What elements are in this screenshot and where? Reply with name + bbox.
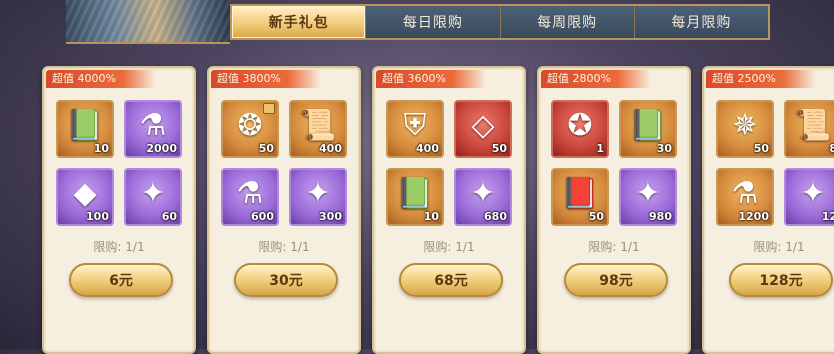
buy-button[interactable]: 68元 bbox=[399, 263, 503, 297]
item-quantity: 8 bbox=[829, 142, 834, 155]
item-quantity: 50 bbox=[258, 142, 274, 155]
item-slot[interactable]: 📜8 bbox=[784, 100, 834, 158]
buy-button[interactable]: 98元 bbox=[564, 263, 668, 297]
tab-weekly-limited[interactable]: 每周限购 bbox=[499, 6, 634, 38]
gift-pack-card: 超值 4000% 📗 10 ⚗ 2000 ◆ 100 ✦ 60 限购: 1/1 6元 bbox=[42, 66, 196, 354]
item-grid: ✵50 📜8 ⚗1200 ✦12 bbox=[716, 100, 834, 240]
value-ribbon: 超值 2800% bbox=[541, 70, 651, 88]
buy-button[interactable]: 128元 bbox=[729, 263, 833, 297]
item-slot[interactable]: ⚗ 600 bbox=[221, 168, 279, 226]
item-slot[interactable]: ✦ 300 bbox=[289, 168, 347, 226]
item-slot[interactable]: ✦ 980 bbox=[619, 168, 677, 226]
scroll-icon: 📜 bbox=[794, 108, 832, 143]
item-slot[interactable]: ✵ 50 bbox=[716, 100, 774, 158]
buy-button[interactable]: 6元 bbox=[69, 263, 173, 297]
value-ribbon: 超值 4000% bbox=[46, 70, 156, 88]
item-slot[interactable]: 📜 400 bbox=[289, 100, 347, 158]
item-slot[interactable]: 📗 10 bbox=[56, 100, 114, 158]
character-portrait-strip bbox=[66, 0, 230, 44]
purchase-limit: 限购: 1/1 bbox=[258, 240, 310, 254]
value-ribbon: 超值 2500% bbox=[706, 70, 816, 88]
item-quantity: 10 bbox=[93, 142, 109, 155]
item-slot[interactable]: 📗 10 bbox=[386, 168, 444, 226]
gift-pack-card: 超值 3800% ❂ 50 📜 400 ⚗ 600 ✦ 300 限购: 1/1 30元 bbox=[207, 66, 361, 354]
item-quantity: 400 bbox=[416, 142, 439, 155]
gift-pack-card: 超值 2800% ✪ 1 📗 30 📕 50 ✦ 980 限购: 1/1 98元 bbox=[537, 66, 691, 354]
item-slot[interactable]: ✦ 60 bbox=[124, 168, 182, 226]
item-grid: 📗 10 ⚗ 2000 ◆ 100 ✦ 60 bbox=[56, 100, 184, 240]
purchase-limit: 限购: 1/1 bbox=[93, 240, 145, 254]
item-slot[interactable]: 📕 50 bbox=[551, 168, 609, 226]
item-quantity: 50 bbox=[753, 142, 769, 155]
purchase-limit: 限购: 1/1 bbox=[423, 240, 475, 254]
purchase-limit: 限购: 1/1 bbox=[588, 240, 640, 254]
buy-button[interactable]: 30元 bbox=[234, 263, 338, 297]
value-ribbon: 超值 3600% bbox=[376, 70, 486, 88]
item-quantity: 100 bbox=[86, 210, 109, 223]
tab-monthly-limited[interactable]: 每月限购 bbox=[633, 6, 768, 38]
tab-daily-limited[interactable]: 每日限购 bbox=[365, 6, 500, 38]
tab-bar: 新手礼包 每日限购 每周限购 每月限购 bbox=[230, 4, 770, 40]
item-quantity: 400 bbox=[319, 142, 342, 155]
value-ribbon: 超值 3800% bbox=[211, 70, 321, 88]
item-quantity: 10 bbox=[423, 210, 439, 223]
item-quantity: 980 bbox=[649, 210, 672, 223]
item-slot[interactable]: ⚗ 1200 bbox=[716, 168, 774, 226]
item-quantity: 50 bbox=[491, 142, 507, 155]
item-slot[interactable]: ⛨ 400 bbox=[386, 100, 444, 158]
item-slot[interactable]: ✦12 bbox=[784, 168, 834, 226]
item-grid: ✪ 1 📗 30 📕 50 ✦ 980 bbox=[551, 100, 679, 240]
item-quantity: 12 bbox=[821, 210, 834, 223]
item-quantity: 600 bbox=[251, 210, 274, 223]
item-slot[interactable]: ◇ 50 bbox=[454, 100, 512, 158]
item-slot[interactable]: ✦ 680 bbox=[454, 168, 512, 226]
item-slot[interactable]: 📗 30 bbox=[619, 100, 677, 158]
item-grid: ❂ 50 📜 400 ⚗ 600 ✦ 300 bbox=[221, 100, 349, 240]
item-quantity: 680 bbox=[484, 210, 507, 223]
item-quantity: 2000 bbox=[146, 142, 177, 155]
item-quantity: 1 bbox=[596, 142, 604, 155]
item-quantity: 50 bbox=[588, 210, 604, 223]
item-quantity: 300 bbox=[319, 210, 342, 223]
item-quantity: 30 bbox=[656, 142, 672, 155]
item-quantity: 1200 bbox=[738, 210, 769, 223]
gift-pack-card: 超值 2500% ✵50 📜8 ⚗1200 ✦12 限购: 1/1 128元 bbox=[702, 66, 834, 354]
item-slot[interactable]: ✪ 1 bbox=[551, 100, 609, 158]
purchase-limit: 限购: 1/1 bbox=[753, 240, 805, 254]
tab-newbie-pack[interactable]: 新手礼包 bbox=[232, 6, 366, 38]
item-slot[interactable]: ⚗ 2000 bbox=[124, 100, 182, 158]
lock-icon bbox=[263, 103, 275, 114]
item-slot[interactable]: ◆ 100 bbox=[56, 168, 114, 226]
item-slot[interactable]: ❂ 50 bbox=[221, 100, 279, 158]
item-quantity: 60 bbox=[161, 210, 177, 223]
gift-pack-card: 超值 3600% ⛨ 400 ◇ 50 📗 10 ✦ 680 限购: 1/1 68元 bbox=[372, 66, 526, 354]
item-grid: ⛨ 400 ◇ 50 📗 10 ✦ 680 bbox=[386, 100, 514, 240]
